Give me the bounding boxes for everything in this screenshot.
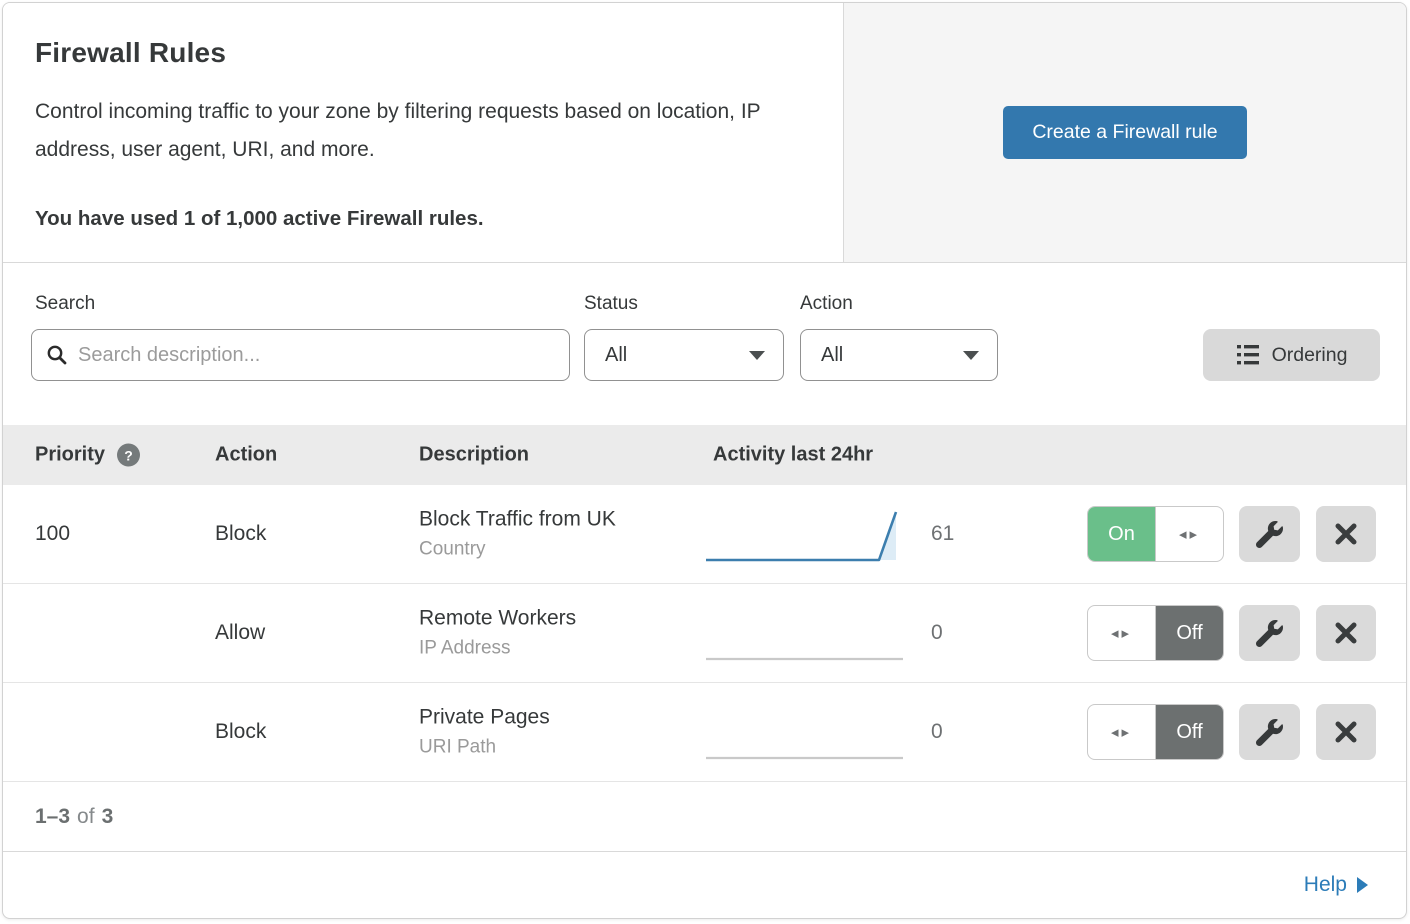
drag-handle-icon: ◂▸ xyxy=(1179,525,1200,543)
chevron-down-icon xyxy=(749,351,765,360)
table-row: Block Private Pages URI Path 0 ◂▸ Off xyxy=(3,683,1406,782)
description-cell: Private Pages URI Path xyxy=(419,706,550,759)
action-filter-value: All xyxy=(821,344,843,367)
toggle-off-segment: Off xyxy=(1156,606,1223,660)
edit-rule-button[interactable] xyxy=(1239,506,1300,562)
priority-header-label: Priority xyxy=(35,444,105,467)
search-icon xyxy=(46,344,68,366)
edit-rule-button[interactable] xyxy=(1239,605,1300,661)
x-icon xyxy=(1334,621,1358,645)
header-section: Firewall Rules Control incoming traffic … xyxy=(3,3,1406,263)
status-filter-label: Status xyxy=(584,293,638,315)
description-cell: Block Traffic from UK Country xyxy=(419,508,616,561)
table-header-row: Priority ? Action Description Activity l… xyxy=(3,425,1406,485)
header-text-block: Firewall Rules Control incoming traffic … xyxy=(3,3,844,262)
table-row: 100 Block Block Traffic from UK Country … xyxy=(3,485,1406,584)
action-value: Block xyxy=(215,720,266,744)
activity-sparkline xyxy=(703,505,908,565)
toggle-state-label: On xyxy=(1108,523,1135,546)
toggle-off-segment: Off xyxy=(1156,705,1223,759)
rule-match-type: URI Path xyxy=(419,737,550,759)
rule-description: Private Pages xyxy=(419,706,550,730)
column-header-action: Action xyxy=(215,444,277,467)
ordering-button-label: Ordering xyxy=(1272,344,1348,367)
x-icon xyxy=(1334,720,1358,744)
toggle-handle: ◂▸ xyxy=(1088,606,1156,660)
action-value: Allow xyxy=(215,621,265,645)
column-header-description: Description xyxy=(419,444,529,467)
edit-rule-button[interactable] xyxy=(1239,704,1300,760)
toggle-state-label: Off xyxy=(1176,622,1202,645)
header-action-panel: Create a Firewall rule xyxy=(844,3,1406,262)
delete-rule-button[interactable] xyxy=(1316,704,1376,760)
wrench-icon xyxy=(1256,521,1283,548)
action-value: Block xyxy=(215,522,266,546)
delete-rule-button[interactable] xyxy=(1316,506,1376,562)
column-header-activity: Activity last 24hr xyxy=(713,444,873,467)
rule-enabled-toggle[interactable]: ◂▸ Off xyxy=(1087,704,1224,760)
chevron-down-icon xyxy=(963,351,979,360)
pagination-bar: 1–3 of 3 xyxy=(3,782,1406,852)
priority-help-icon[interactable]: ? xyxy=(117,444,140,467)
rule-enabled-toggle[interactable]: On ◂▸ xyxy=(1087,506,1224,562)
activity-count: 0 xyxy=(931,720,943,744)
description-cell: Remote Workers IP Address xyxy=(419,607,576,660)
footer-bar: Help xyxy=(3,852,1406,918)
right-triangle-icon xyxy=(1357,877,1368,893)
action-filter-label: Action xyxy=(800,293,853,315)
status-filter-value: All xyxy=(605,344,627,367)
toggle-handle: ◂▸ xyxy=(1088,705,1156,759)
activity-sparkline xyxy=(703,604,908,664)
column-header-priority: Priority ? xyxy=(35,444,140,467)
page-description: Control incoming traffic to your zone by… xyxy=(35,93,805,169)
ordering-button[interactable]: Ordering xyxy=(1203,329,1380,381)
firewall-rules-panel: Firewall Rules Control incoming traffic … xyxy=(2,2,1407,919)
activity-sparkline xyxy=(703,703,908,763)
action-filter-select[interactable]: All xyxy=(800,329,998,381)
activity-count: 0 xyxy=(931,621,943,645)
filter-bar: Search Status All Action All xyxy=(3,263,1406,425)
help-link-label: Help xyxy=(1304,873,1347,897)
pagination-total: 3 xyxy=(102,805,114,829)
status-filter-select[interactable]: All xyxy=(584,329,784,381)
table-row: Allow Remote Workers IP Address 0 ◂▸ Off xyxy=(3,584,1406,683)
ordered-list-icon xyxy=(1236,344,1260,366)
toggle-state-label: Off xyxy=(1176,721,1202,744)
create-firewall-rule-button[interactable]: Create a Firewall rule xyxy=(1003,106,1246,159)
help-link[interactable]: Help xyxy=(1304,873,1368,897)
toggle-on-segment: On xyxy=(1088,507,1155,561)
delete-rule-button[interactable] xyxy=(1316,605,1376,661)
rule-enabled-toggle[interactable]: ◂▸ Off xyxy=(1087,605,1224,661)
priority-value: 100 xyxy=(35,522,70,546)
pagination-range: 1–3 xyxy=(35,805,70,829)
rule-match-type: IP Address xyxy=(419,638,576,660)
usage-summary: You have used 1 of 1,000 active Firewall… xyxy=(35,207,807,231)
drag-handle-icon: ◂▸ xyxy=(1111,723,1132,741)
rule-match-type: Country xyxy=(419,539,616,561)
search-input[interactable] xyxy=(78,344,555,367)
rule-description: Block Traffic from UK xyxy=(419,508,616,532)
toggle-handle: ◂▸ xyxy=(1155,507,1223,561)
wrench-icon xyxy=(1256,719,1283,746)
rule-description: Remote Workers xyxy=(419,607,576,631)
wrench-icon xyxy=(1256,620,1283,647)
search-label: Search xyxy=(35,293,95,315)
search-box[interactable] xyxy=(31,329,570,381)
pagination-of-label: of xyxy=(77,805,95,829)
page-title: Firewall Rules xyxy=(35,37,807,69)
drag-handle-icon: ◂▸ xyxy=(1111,624,1132,642)
x-icon xyxy=(1334,522,1358,546)
activity-count: 61 xyxy=(931,522,954,546)
